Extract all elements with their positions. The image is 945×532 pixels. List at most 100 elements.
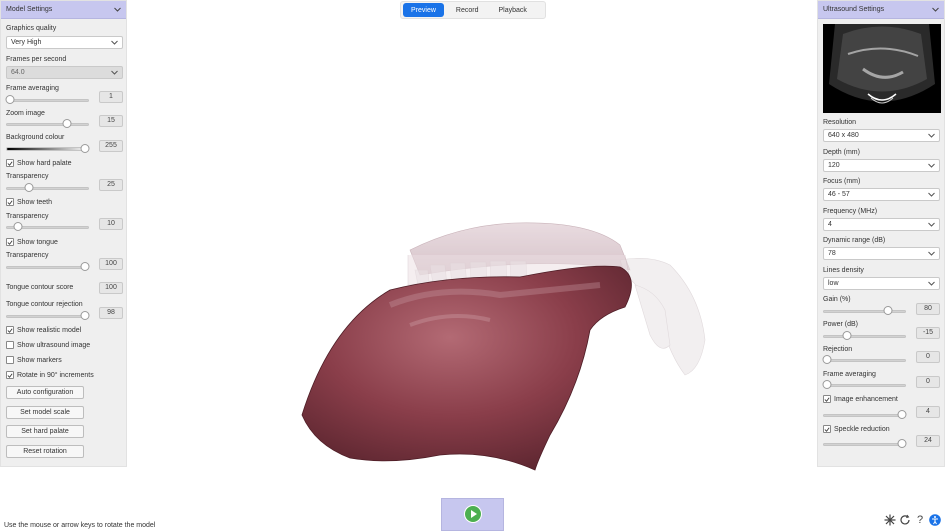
- tab-playback[interactable]: Playback: [490, 3, 534, 17]
- power-slider[interactable]: [823, 331, 906, 340]
- show-ultrasound-image-checkbox[interactable]: Show ultrasound image: [6, 341, 90, 349]
- tongue-shape: [301, 265, 632, 471]
- settings-sparkle-icon[interactable]: [884, 514, 896, 526]
- speckle-reduction-checkbox[interactable]: Speckle reduction: [823, 425, 890, 433]
- chevron-down-icon: [928, 222, 935, 227]
- fps-label: Frames per second: [6, 56, 67, 63]
- frame-averaging-slider[interactable]: [5, 95, 89, 104]
- checkmark-icon[interactable]: [823, 425, 831, 433]
- image-enhancement-input[interactable]: 4: [916, 406, 940, 418]
- rotate-90-checkbox[interactable]: Rotate in 90° increments: [6, 371, 94, 379]
- focus-select[interactable]: 46 - 57: [823, 188, 940, 201]
- graphics-quality-select[interactable]: Very High: [6, 36, 123, 49]
- chevron-down-icon: [928, 251, 935, 256]
- view-mode-tabs: Preview Record Playback: [400, 1, 546, 19]
- tab-record[interactable]: Record: [448, 3, 487, 17]
- tongue-3d-model-viewport[interactable]: [290, 215, 720, 480]
- set-model-scale-button[interactable]: Set model scale: [6, 406, 84, 419]
- resolution-label: Resolution: [823, 119, 857, 126]
- help-icon[interactable]: ?: [914, 514, 926, 526]
- checkmark-icon[interactable]: [6, 371, 14, 379]
- hard-palate-transparency-slider[interactable]: [6, 183, 89, 192]
- rejection-input[interactable]: 0: [916, 351, 940, 363]
- rotate-90-label: Rotate in 90° increments: [17, 371, 94, 379]
- lines-density-select[interactable]: low: [823, 277, 940, 290]
- hard-palate-transparency-label: Transparency: [6, 173, 49, 180]
- zoom-label: Zoom image: [6, 110, 45, 117]
- tongue-contour-rejection-input[interactable]: 98: [99, 307, 123, 319]
- ultrasound-settings-header[interactable]: Ultrasound Settings: [818, 1, 944, 19]
- chevron-down-icon: [928, 163, 935, 168]
- frame-averaging-input[interactable]: 1: [99, 91, 123, 103]
- chevron-down-icon[interactable]: [113, 6, 121, 14]
- speckle-reduction-input[interactable]: 24: [916, 435, 940, 447]
- show-hard-palate-label: Show hard palate: [17, 159, 72, 167]
- checkmark-icon[interactable]: [823, 395, 831, 403]
- show-hard-palate-checkbox[interactable]: Show hard palate: [6, 159, 71, 167]
- frequency-label: Frequency (MHz): [823, 208, 878, 215]
- checkbox-empty-icon[interactable]: [6, 356, 14, 364]
- chevron-down-icon[interactable]: [931, 6, 939, 14]
- frame-averaging-slider[interactable]: [822, 380, 906, 389]
- tongue-transparency-slider[interactable]: [6, 262, 90, 271]
- show-tongue-checkbox[interactable]: Show tongue: [6, 238, 58, 246]
- checkbox-empty-icon[interactable]: [6, 341, 14, 349]
- teeth-transparency-slider[interactable]: [6, 222, 89, 231]
- show-markers-checkbox[interactable]: Show markers: [6, 356, 62, 364]
- depth-select[interactable]: 120: [823, 159, 940, 172]
- model-settings-header[interactable]: Model Settings: [1, 1, 126, 19]
- zoom-input[interactable]: 15: [99, 115, 123, 127]
- depth-label: Depth (mm): [823, 149, 860, 156]
- zoom-slider[interactable]: [6, 119, 89, 128]
- frequency-select[interactable]: 4: [823, 218, 940, 231]
- gain-input[interactable]: 80: [916, 303, 940, 315]
- depth-value: 120: [828, 162, 840, 169]
- image-enhancement-checkbox[interactable]: Image enhancement: [823, 395, 898, 403]
- set-hard-palate-button[interactable]: Set hard palate: [6, 425, 84, 438]
- ultrasound-settings-panel: Ultrasound Settings Resolution 640 x 480…: [817, 0, 945, 467]
- speckle-reduction-slider[interactable]: [823, 439, 907, 448]
- resolution-select[interactable]: 640 x 480: [823, 129, 940, 142]
- model-settings-panel: Model Settings Graphics quality Very Hig…: [0, 0, 127, 467]
- frame-averaging-input[interactable]: 0: [916, 376, 940, 388]
- checkmark-icon[interactable]: [6, 238, 14, 246]
- chevron-down-icon: [111, 40, 118, 45]
- show-realistic-model-checkbox[interactable]: Show realistic model: [6, 326, 81, 334]
- teeth-transparency-input[interactable]: 10: [99, 218, 123, 230]
- show-tongue-label: Show tongue: [17, 238, 58, 246]
- image-enhancement-slider[interactable]: [823, 410, 907, 419]
- show-ultrasound-image-label: Show ultrasound image: [17, 341, 91, 349]
- tongue-contour-score-value: 100: [99, 282, 123, 294]
- dynamic-range-select[interactable]: 78: [823, 247, 940, 260]
- background-colour-input[interactable]: 255: [99, 140, 123, 152]
- tongue-transparency-input[interactable]: 100: [99, 258, 123, 270]
- refresh-icon[interactable]: [899, 514, 911, 526]
- checkmark-icon[interactable]: [6, 159, 14, 167]
- play-button[interactable]: [441, 498, 504, 531]
- background-colour-slider[interactable]: [6, 144, 90, 153]
- power-label: Power (dB): [823, 321, 859, 328]
- frame-averaging-label: Frame averaging: [823, 371, 876, 378]
- dynamic-range-label: Dynamic range (dB): [823, 237, 886, 244]
- fps-select[interactable]: 64.0: [6, 66, 123, 79]
- checkmark-icon[interactable]: [6, 198, 14, 206]
- reset-rotation-button[interactable]: Reset rotation: [6, 445, 84, 458]
- gain-label: Gain (%): [823, 296, 851, 303]
- tab-preview[interactable]: Preview: [403, 3, 444, 17]
- power-input[interactable]: -15: [916, 327, 940, 339]
- show-teeth-checkbox[interactable]: Show teeth: [6, 198, 52, 206]
- checkmark-icon[interactable]: [6, 326, 14, 334]
- accessibility-icon[interactable]: [929, 514, 941, 526]
- graphics-quality-value: Very High: [11, 39, 42, 46]
- gain-slider[interactable]: [823, 306, 906, 315]
- image-enhancement-label: Image enhancement: [834, 395, 898, 403]
- tongue-contour-rejection-slider[interactable]: [6, 311, 90, 320]
- frequency-value: 4: [828, 221, 832, 228]
- background-colour-label: Background colour: [6, 134, 65, 141]
- panel-title: Ultrasound Settings: [823, 6, 885, 13]
- rejection-slider[interactable]: [822, 355, 906, 364]
- show-realistic-model-label: Show realistic model: [17, 326, 82, 334]
- speckle-reduction-label: Speckle reduction: [834, 425, 890, 433]
- hard-palate-transparency-input[interactable]: 25: [99, 179, 123, 191]
- auto-configuration-button[interactable]: Auto configuration: [6, 386, 84, 399]
